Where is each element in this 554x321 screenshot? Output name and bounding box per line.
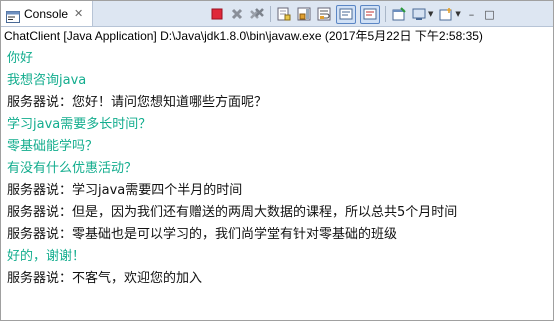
chevron-down-icon[interactable]: ▼ bbox=[455, 10, 460, 18]
clear-console-icon[interactable] bbox=[276, 6, 292, 22]
word-wrap-icon[interactable] bbox=[316, 6, 332, 22]
client-output-line: 有没有什么优惠活动？ bbox=[7, 161, 138, 176]
terminate-icon[interactable] bbox=[209, 6, 225, 22]
display-selected-console-icon[interactable] bbox=[411, 6, 427, 22]
close-icon[interactable]: ✕ bbox=[74, 7, 83, 20]
tab-console-label: Console bbox=[24, 6, 69, 21]
minimize-icon[interactable]: – bbox=[469, 8, 475, 21]
chevron-down-icon[interactable]: ▼ bbox=[428, 10, 433, 18]
process-title: ChatClient [Java Application] D:\Java\jd… bbox=[4, 29, 483, 43]
client-output-line: 你好 bbox=[7, 51, 34, 66]
show-on-stderr-icon[interactable] bbox=[360, 4, 380, 24]
server-output-line: 服务器说：您好！请问您想知道哪些方面呢？ bbox=[7, 95, 268, 110]
remove-launch-icon[interactable] bbox=[229, 6, 245, 22]
view-tab-bar: Console ✕ ▼ ▼ – □ bbox=[1, 1, 553, 27]
console-output[interactable]: 你好我想咨询java 服务器说：您好！请问您想知道哪些方面呢？ 学习java需要多长… bbox=[7, 48, 553, 290]
pin-console-icon[interactable] bbox=[391, 6, 407, 22]
console-view: Console ✕ ▼ ▼ – □ ChatClient [Java Appli… bbox=[0, 0, 554, 321]
client-output-line: 好的，谢谢！ bbox=[7, 249, 86, 264]
console-toolbar: ▼ ▼ – □ bbox=[207, 3, 500, 25]
client-output-line: 我想咨询java bbox=[7, 73, 87, 88]
server-output-line: 服务器说：不客气，欢迎您的加入 bbox=[7, 271, 203, 286]
console-icon bbox=[6, 8, 20, 23]
toolbar-separator bbox=[270, 6, 271, 22]
open-console-icon[interactable] bbox=[438, 6, 454, 22]
server-output-line: 服务器说：但是，因为我们还有赠送的两周大数据的课程，所以总共5个月时间 bbox=[7, 205, 458, 220]
server-output-line: 服务器说：学习java需要四个半月的时间 bbox=[7, 183, 243, 198]
show-on-stdout-icon[interactable] bbox=[336, 4, 356, 24]
client-output-line: 零基础能学吗？ bbox=[7, 139, 99, 154]
client-output-line: 学习java需要多长时间？ bbox=[7, 117, 152, 132]
server-output-line: 服务器说：零基础也是可以学习的，我们尚学堂有针对零基础的班级 bbox=[7, 227, 398, 242]
tab-console[interactable]: Console ✕ bbox=[1, 1, 93, 26]
toolbar-separator bbox=[385, 6, 386, 22]
remove-all-terminated-icon[interactable] bbox=[249, 6, 265, 22]
scroll-lock-icon[interactable] bbox=[296, 6, 312, 22]
maximize-icon[interactable]: □ bbox=[484, 8, 494, 21]
